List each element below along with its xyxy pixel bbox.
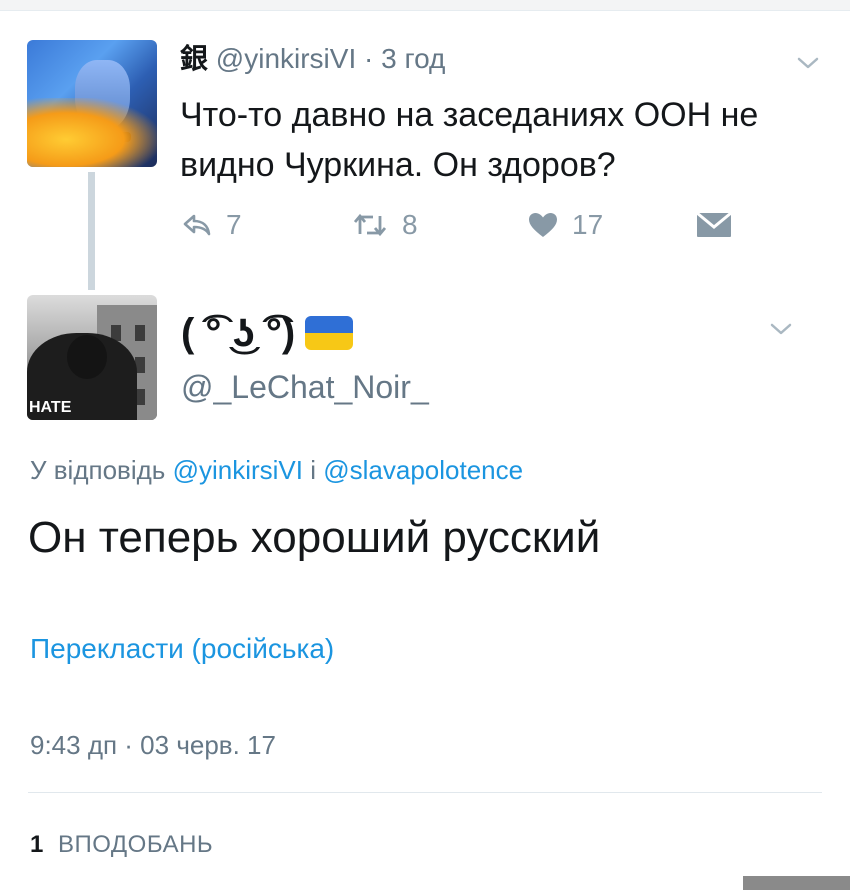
tweet-text-line: видно Чуркина. Он здоров?: [180, 146, 616, 184]
reply-count: 7: [226, 209, 242, 240]
likes-count: 1: [30, 831, 44, 858]
mention-link[interactable]: @yinkirsiVI: [173, 455, 303, 485]
tweet-actions: 7 8 17: [0, 205, 850, 245]
thread-connector-line: [88, 172, 95, 290]
direct-message-button[interactable]: [696, 205, 732, 245]
avatar[interactable]: HATE: [27, 295, 157, 420]
chevron-down-icon[interactable]: [797, 56, 819, 70]
like-button[interactable]: 17: [528, 205, 603, 245]
reply-icon: [183, 214, 211, 236]
avatar[interactable]: [27, 40, 157, 167]
replying-to-prefix: У відповідь: [30, 455, 166, 485]
corner-bar: [743, 876, 850, 890]
retweet-icon: [353, 213, 387, 237]
tweet-text-line: Что-то давно на заседаниях ООН не: [180, 96, 759, 134]
tweet-time[interactable]: 3 год: [381, 43, 445, 74]
replying-to: У відповідь @yinkirsiVI і @slavapolotenc…: [30, 452, 523, 488]
like-count: 17: [572, 209, 604, 240]
tweet-timestamp[interactable]: 9:43 дп · 03 черв. 17: [30, 727, 276, 763]
tweet-text: Что-то давно на заседаниях ООН не видно …: [180, 90, 830, 190]
divider: [28, 792, 822, 793]
likes-label: ВПОДОБАНЬ: [58, 831, 214, 858]
retweet-count: 8: [402, 209, 418, 240]
separator-dot: ·: [364, 43, 374, 74]
avatar-flame: [27, 98, 157, 167]
replying-to-conjunction: і: [310, 455, 317, 485]
chevron-down-icon[interactable]: [770, 322, 792, 336]
parent-tweet[interactable]: 銀 @yinkirsiVI · 3 год Что-то давно на за…: [0, 0, 850, 280]
heart-icon: [529, 213, 557, 237]
translate-link[interactable]: Перекласти (російська): [30, 630, 334, 668]
mention-link[interactable]: @slavapolotence: [323, 455, 523, 485]
tweet-header: 銀 @yinkirsiVI · 3 год: [180, 40, 445, 78]
ukraine-flag-icon: [305, 316, 354, 350]
display-name-text: ( ͡° ͜ʖ ͡°): [181, 311, 296, 355]
reply-button[interactable]: 7: [182, 205, 242, 245]
avatar-shirt-text: HATE: [29, 399, 72, 416]
tweet-text: Он теперь хороший русский: [28, 513, 601, 562]
display-name[interactable]: 銀: [180, 43, 208, 74]
avatar-window: [135, 325, 145, 341]
user-handle[interactable]: @_LeChat_Noir_: [181, 367, 429, 407]
user-handle[interactable]: @yinkirsiVI: [216, 43, 356, 74]
retweet-button[interactable]: 8: [352, 205, 418, 245]
avatar-head: [67, 335, 107, 379]
avatar-person: HATE: [27, 333, 137, 420]
envelope-icon: [696, 212, 732, 237]
likes-summary[interactable]: 1 ВПОДОБАНЬ: [30, 828, 213, 862]
display-name[interactable]: ( ͡° ͜ʖ ͡°): [181, 308, 354, 358]
